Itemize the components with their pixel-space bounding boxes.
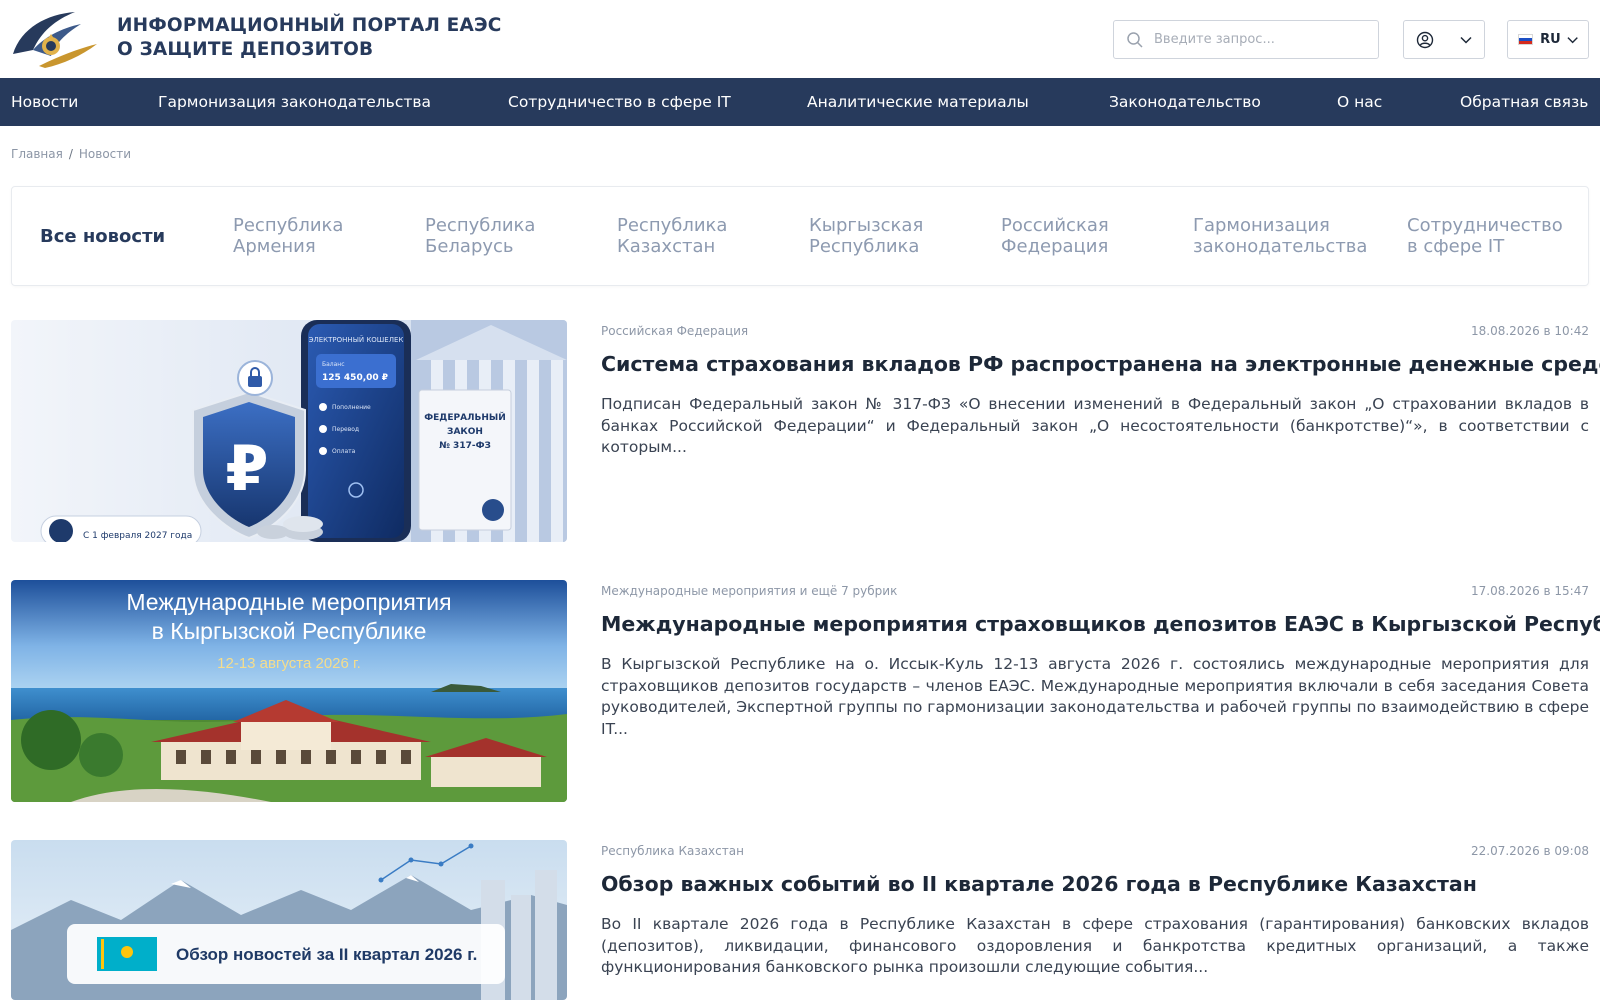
site-header: ИНФОРМАЦИОННЫЙ ПОРТАЛ ЕАЭС О ЗАЩИТЕ ДЕПО… <box>0 0 1600 78</box>
search-box[interactable] <box>1113 20 1379 59</box>
ruble-symbol: ₽ <box>225 432 268 505</box>
news-title[interactable]: Обзор важных событий во II квартале 2026… <box>601 870 1591 898</box>
tab-kazakhstan[interactable]: Республика Казахстан <box>617 187 727 285</box>
tab-label-line: Армения <box>233 236 316 257</box>
tab-label-line: Сотрудничество <box>1407 215 1563 236</box>
tab-harmonization[interactable]: Гармонизация законодательства <box>1193 187 1367 285</box>
date-badge: С 1 февраля 2027 года <box>83 531 192 541</box>
news-item[interactable]: Международные мероприятия в Кыргызской Р… <box>11 580 1600 802</box>
news-date: 22.07.2026 в 09:08 <box>1471 844 1589 858</box>
language-selector[interactable]: RU <box>1507 20 1589 59</box>
news-excerpt: Во II квартале 2026 года в Республике Ка… <box>601 915 1589 976</box>
news-title[interactable]: Система страхования вкладов РФ распростр… <box>601 350 1600 378</box>
search-input[interactable] <box>1154 32 1374 47</box>
news-excerpt: Подписан Федеральный закон № 317-ФЗ «О в… <box>601 395 1589 456</box>
image-headline-line: в Кыргызской Республике <box>152 618 427 644</box>
tab-label-line: Казахстан <box>617 236 716 257</box>
news-item[interactable]: Обзор новостей за II квартал 2026 г. Рес… <box>11 840 1589 1000</box>
search-icon <box>1127 31 1143 48</box>
breadcrumb-home[interactable]: Главная <box>11 147 63 161</box>
tab-label-line: Российская <box>1001 215 1109 236</box>
nav-item-news[interactable]: Новости <box>11 78 78 126</box>
tab-armenia[interactable]: Республика Армения <box>233 187 343 285</box>
news-image-kazakhstan-review[interactable]: Обзор новостей за II квартал 2026 г. <box>11 840 567 1000</box>
portal-title-line1: ИНФОРМАЦИОННЫЙ ПОРТАЛ ЕАЭС <box>117 15 502 36</box>
portal-title[interactable]: ИНФОРМАЦИОННЫЙ ПОРТАЛ ЕАЭС О ЗАЩИТЕ ДЕПО… <box>117 14 537 62</box>
nav-item-about[interactable]: О нас <box>1337 78 1382 126</box>
language-label: RU <box>1540 32 1561 47</box>
tab-label-line: Федерация <box>1001 236 1109 257</box>
main-navigation: Новости Гармонизация законодательства Со… <box>0 78 1600 126</box>
breadcrumb-separator: / <box>68 147 73 161</box>
wallet-menu-item: Перевод <box>332 426 359 433</box>
document-title-line: ЗАКОН <box>447 427 483 437</box>
tab-kyrgyzstan[interactable]: Кыргызская Республика <box>809 187 923 285</box>
eaeu-logo-icon[interactable] <box>11 10 99 68</box>
news-date: 18.08.2026 в 10:42 <box>1471 324 1589 338</box>
wallet-label: ЭЛЕКТРОННЫЙ КОШЕЛЕК <box>309 335 404 344</box>
news-image-kyrgyz-events[interactable]: Международные мероприятия в Кыргызской Р… <box>11 580 567 802</box>
breadcrumb: Главная / Новости <box>11 147 131 161</box>
portal-title-line2: О ЗАЩИТЕ ДЕПОЗИТОВ <box>117 39 374 60</box>
tab-label-line: Республика <box>809 236 920 257</box>
tab-russia[interactable]: Российская Федерация <box>1001 187 1109 285</box>
wallet-menu-item: Оплата <box>332 448 356 455</box>
tab-it-cooperation[interactable]: Сотрудничество в сфере IT <box>1407 187 1563 285</box>
tab-label-line: Республика <box>233 215 344 236</box>
tab-label-line: в сфере IT <box>1407 236 1505 257</box>
news-title[interactable]: Международные мероприятия страховщиков д… <box>601 610 1600 638</box>
news-excerpt: В Кыргызской Республике на о. Иссык-Куль… <box>601 655 1589 738</box>
news-filter-tabs: Все новости Республика Армения Республика… <box>11 186 1589 286</box>
nav-item-analytics[interactable]: Аналитические материалы <box>807 78 1029 126</box>
user-menu-button[interactable] <box>1403 20 1485 59</box>
nav-item-it-cooperation[interactable]: Сотрудничество в сфере IT <box>508 78 731 126</box>
image-headline-line: Международные мероприятия <box>126 589 451 615</box>
image-banner-text: Обзор новостей за II квартал 2026 г. <box>176 945 477 964</box>
wallet-balance: 125 450,00 ₽ <box>322 373 388 383</box>
image-dates: 12-13 августа 2026 г. <box>217 655 361 672</box>
tab-label-line: законодательства <box>1193 236 1368 257</box>
tab-label-line: Республика <box>425 215 536 236</box>
document-title-line: ФЕДЕРАЛЬНЫЙ <box>424 411 506 423</box>
news-item[interactable]: ЭЛЕКТРОННЫЙ КОШЕЛЕК Баланс 125 450,00 ₽ … <box>11 320 1600 542</box>
wallet-menu-item: Пополнение <box>332 404 371 411</box>
news-category[interactable]: Международные мероприятия и ещё 7 рубрик <box>601 584 897 598</box>
news-image-deposit-insurance[interactable]: ЭЛЕКТРОННЫЙ КОШЕЛЕК Баланс 125 450,00 ₽ … <box>11 320 567 542</box>
chevron-down-icon <box>1567 36 1578 43</box>
tab-all-news[interactable]: Все новости <box>40 187 165 285</box>
document-title-line: № 317-ФЗ <box>439 441 491 451</box>
breadcrumb-current: Новости <box>78 147 132 161</box>
nav-item-harmonization[interactable]: Гармонизация законодательства <box>158 78 431 126</box>
nav-item-feedback[interactable]: Обратная связь <box>1460 78 1588 126</box>
balance-label: Баланс <box>322 361 345 368</box>
tab-belarus[interactable]: Республика Беларусь <box>425 187 535 285</box>
news-category[interactable]: Российская Федерация <box>601 324 748 338</box>
news-date: 17.08.2026 в 15:47 <box>1471 584 1589 598</box>
chevron-down-icon <box>1460 36 1472 44</box>
nav-item-legislation[interactable]: Законодательство <box>1109 78 1261 126</box>
news-category[interactable]: Республика Казахстан <box>601 844 744 858</box>
tab-label-line: Беларусь <box>425 236 514 257</box>
user-icon <box>1416 31 1434 48</box>
tab-label-line: Гармонизация <box>1193 215 1330 236</box>
tab-label-line: Кыргызская <box>809 215 924 236</box>
russia-flag-icon <box>1518 34 1534 45</box>
tab-label-line: Республика <box>617 215 728 236</box>
